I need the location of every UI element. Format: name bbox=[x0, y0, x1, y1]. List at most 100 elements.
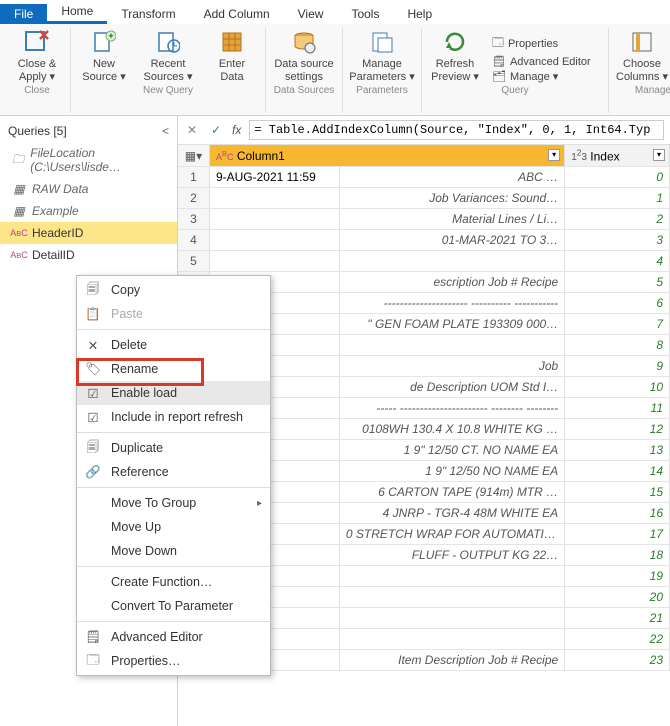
recent-sources-button[interactable]: Recent Sources ▾ bbox=[141, 28, 195, 83]
table-row[interactable]: 3Material Lines / Li…2 bbox=[178, 209, 670, 230]
menu-view[interactable]: View bbox=[284, 4, 338, 24]
ctx-move-up[interactable]: Move Up bbox=[77, 515, 270, 539]
cell-col1b[interactable] bbox=[339, 251, 564, 272]
cell-index[interactable]: 9 bbox=[565, 356, 670, 377]
enter-data-button[interactable]: Enter Data bbox=[205, 28, 259, 83]
cell-col1a[interactable]: 9-AUG-2021 11:59 bbox=[209, 167, 339, 188]
cell-index[interactable]: 0 bbox=[565, 167, 670, 188]
query-item-headerid[interactable]: ABC HeaderID bbox=[0, 222, 177, 244]
ctx-include-refresh[interactable]: ☑Include in report refresh bbox=[77, 405, 270, 429]
cell-col1b[interactable]: Item Description Job # Recipe bbox=[339, 650, 564, 671]
ctx-reference[interactable]: 🔗Reference bbox=[77, 460, 270, 484]
cell-col1b[interactable]: 0108WH 130.4 X 10.8 WHITE KG … bbox=[339, 419, 564, 440]
column-header-index[interactable]: 123 Index ▾ bbox=[565, 145, 670, 167]
menu-transform[interactable]: Transform bbox=[107, 4, 189, 24]
cell-index[interactable]: 18 bbox=[565, 545, 670, 566]
column-filter-icon[interactable]: ▾ bbox=[548, 149, 560, 161]
cell-col1a[interactable] bbox=[209, 209, 339, 230]
cell-col1b[interactable] bbox=[339, 587, 564, 608]
manage-button[interactable]: 🗂Manage ▾ bbox=[492, 70, 602, 83]
query-item-raw-data[interactable]: ▦ RAW Data bbox=[0, 178, 177, 200]
cell-index[interactable]: 13 bbox=[565, 440, 670, 461]
cell-index[interactable]: 19 bbox=[565, 566, 670, 587]
advanced-editor-button[interactable]: 🗒Advanced Editor bbox=[492, 55, 602, 68]
cell-index[interactable]: 11 bbox=[565, 398, 670, 419]
cell-index[interactable]: 10 bbox=[565, 377, 670, 398]
data-source-settings-button[interactable]: Data source settings bbox=[272, 28, 336, 83]
ctx-copy[interactable]: 🗐Copy bbox=[77, 278, 270, 302]
cell-col1b[interactable]: FLUFF - OUTPUT KG 22… bbox=[339, 545, 564, 566]
cell-index[interactable]: 2 bbox=[565, 209, 670, 230]
cell-index[interactable]: 7 bbox=[565, 314, 670, 335]
cell-index[interactable]: 8 bbox=[565, 335, 670, 356]
cell-col1b[interactable]: 0 STRETCH WRAP FOR AUTOMATI … bbox=[339, 524, 564, 545]
cell-index[interactable]: 17 bbox=[565, 524, 670, 545]
cell-col1b[interactable]: Job bbox=[339, 356, 564, 377]
ctx-rename[interactable]: 🏷Rename bbox=[77, 357, 270, 381]
query-item-detailid[interactable]: ABC DetailID bbox=[0, 244, 177, 266]
cell-col1b[interactable]: 01-MAR-2021 TO 3… bbox=[339, 230, 564, 251]
cell-index[interactable]: 5 bbox=[565, 272, 670, 293]
cell-col1a[interactable] bbox=[209, 230, 339, 251]
ctx-move-down[interactable]: Move Down bbox=[77, 539, 270, 563]
ctx-delete[interactable]: ✕Delete bbox=[77, 333, 270, 357]
cell-col1b[interactable]: 4 JNRP - TGR-4 48M WHITE EA bbox=[339, 503, 564, 524]
cell-index[interactable]: 12 bbox=[565, 419, 670, 440]
cell-index[interactable]: 14 bbox=[565, 461, 670, 482]
cell-col1b[interactable]: --------------------- ---------- -------… bbox=[339, 293, 564, 314]
table-row[interactable]: 54 bbox=[178, 251, 670, 272]
table-row[interactable]: 2Job Variances: Sound…1 bbox=[178, 188, 670, 209]
cell-col1b[interactable] bbox=[339, 608, 564, 629]
cell-index[interactable]: 20 bbox=[565, 587, 670, 608]
cell-col1b[interactable]: 1 9" 12/50 NO NAME EA bbox=[339, 461, 564, 482]
cell-index[interactable]: 15 bbox=[565, 482, 670, 503]
cell-col1b[interactable]: ----- ---------------------- -------- --… bbox=[339, 398, 564, 419]
cell-col1a[interactable] bbox=[209, 188, 339, 209]
ctx-create-function[interactable]: Create Function… bbox=[77, 570, 270, 594]
ctx-properties[interactable]: 🗔Properties… bbox=[77, 649, 270, 673]
cell-col1b[interactable]: ABC … bbox=[339, 167, 564, 188]
refresh-preview-button[interactable]: Refresh Preview ▾ bbox=[428, 28, 482, 83]
close-apply-button[interactable]: Close & Apply ▾ bbox=[10, 28, 64, 83]
cancel-icon[interactable]: ✕ bbox=[184, 123, 200, 137]
cell-col1b[interactable]: Job Variances: Sound… bbox=[339, 188, 564, 209]
query-item-example[interactable]: ▦ Example bbox=[0, 200, 177, 222]
ctx-move-to-group[interactable]: Move To Group bbox=[77, 491, 270, 515]
cell-index[interactable]: 6 bbox=[565, 293, 670, 314]
cell-col1b[interactable]: de Description UOM Std I… bbox=[339, 377, 564, 398]
cell-col1b[interactable]: 6 CARTON TAPE (914m) MTR … bbox=[339, 482, 564, 503]
cell-index[interactable]: 1 bbox=[565, 188, 670, 209]
corner-cell[interactable]: ▦▾ bbox=[178, 145, 209, 167]
cell-index[interactable]: 16 bbox=[565, 503, 670, 524]
menu-help[interactable]: Help bbox=[393, 4, 446, 24]
menu-tools[interactable]: Tools bbox=[337, 4, 393, 24]
cell-index[interactable]: 23 bbox=[565, 650, 670, 671]
cell-index[interactable]: 21 bbox=[565, 608, 670, 629]
cell-col1b[interactable]: " GEN FOAM PLATE 193309 000… bbox=[339, 314, 564, 335]
column-header-column1[interactable]: ABC Column1 ▾ bbox=[209, 145, 564, 167]
cell-col1b[interactable] bbox=[339, 566, 564, 587]
cell-col1b[interactable] bbox=[339, 629, 564, 650]
cell-col1b[interactable]: Material Lines / Li… bbox=[339, 209, 564, 230]
new-source-button[interactable]: ✦ New Source ▾ bbox=[77, 28, 131, 83]
cell-index[interactable]: 22 bbox=[565, 629, 670, 650]
menu-add-column[interactable]: Add Column bbox=[190, 4, 284, 24]
cell-col1a[interactable] bbox=[209, 251, 339, 272]
table-row[interactable]: 401-MAR-2021 TO 3…3 bbox=[178, 230, 670, 251]
properties-button[interactable]: 🗔Properties bbox=[492, 34, 602, 53]
ctx-advanced-editor[interactable]: 🗒Advanced Editor bbox=[77, 625, 270, 649]
column-filter-icon[interactable]: ▾ bbox=[653, 149, 665, 161]
cell-col1b[interactable] bbox=[339, 335, 564, 356]
cell-col1b[interactable]: 1 9" 12/50 CT. NO NAME EA bbox=[339, 440, 564, 461]
cell-index[interactable]: 3 bbox=[565, 230, 670, 251]
formula-input[interactable] bbox=[249, 120, 664, 140]
commit-icon[interactable]: ✓ bbox=[208, 123, 224, 137]
ctx-enable-load[interactable]: ☑Enable load bbox=[77, 381, 270, 405]
ctx-duplicate[interactable]: 🗐Duplicate bbox=[77, 436, 270, 460]
fx-icon[interactable]: fx bbox=[232, 123, 241, 137]
table-row[interactable]: 19-AUG-2021 11:59ABC …0 bbox=[178, 167, 670, 188]
ctx-convert-parameter[interactable]: Convert To Parameter bbox=[77, 594, 270, 618]
choose-columns-button[interactable]: Choose Columns ▾ bbox=[615, 28, 669, 83]
menu-home[interactable]: Home bbox=[47, 1, 107, 24]
menu-file[interactable]: File bbox=[0, 4, 47, 24]
